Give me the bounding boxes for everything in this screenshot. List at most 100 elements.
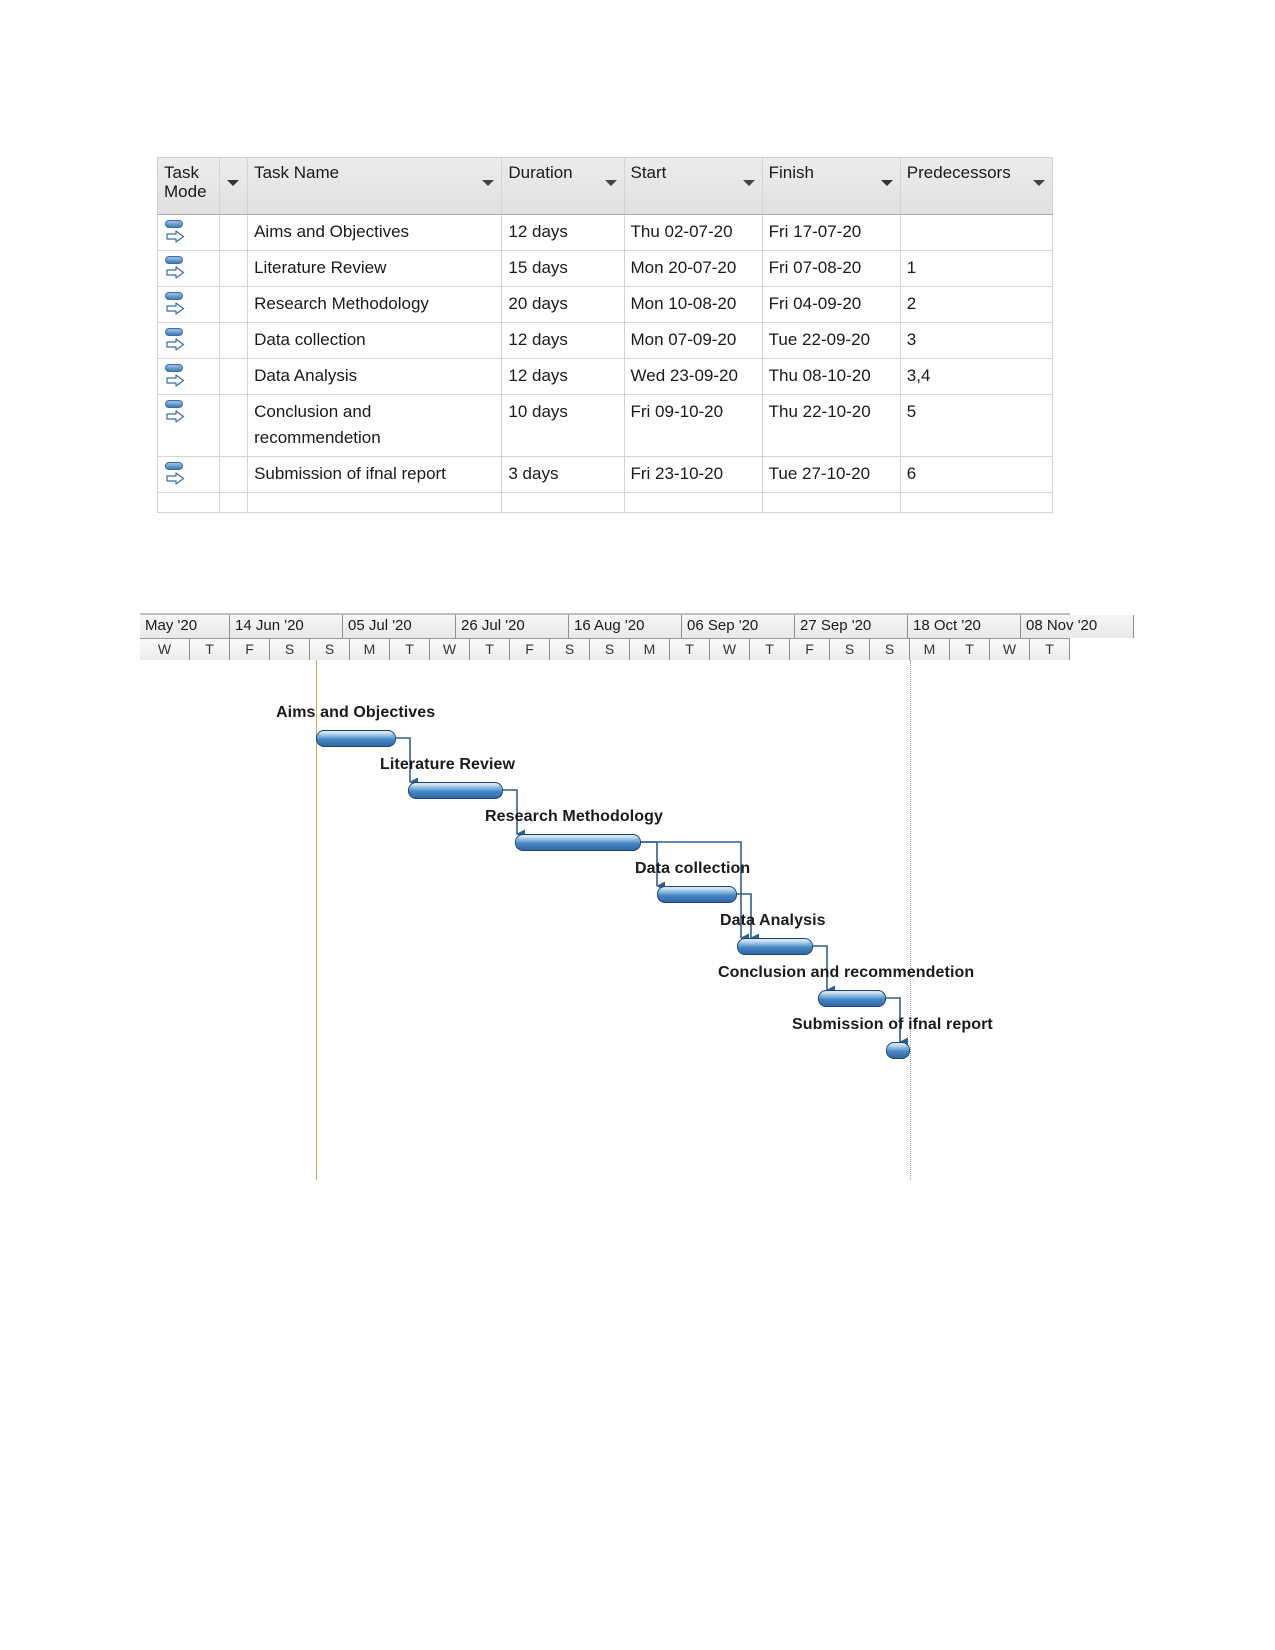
gantt-bar[interactable] (408, 782, 503, 799)
chevron-down-icon[interactable] (604, 180, 617, 186)
timescale-month-cell: 27 Sep '20 (795, 615, 908, 638)
duration-cell[interactable]: 12 days (501, 358, 625, 395)
task-mode-cell[interactable] (156, 322, 221, 359)
start-cell[interactable]: Mon 07-09-20 (623, 322, 763, 359)
chevron-down-icon[interactable] (742, 180, 755, 186)
task-name-cell[interactable]: Data Analysis (247, 358, 503, 395)
finish-cell[interactable]: Fri 07-08-20 (761, 250, 901, 287)
gantt-bar[interactable] (515, 834, 641, 851)
task-name-text: Submission of ifnal report (254, 464, 446, 483)
gantt-body: Aims and Objectives Literature Review Rese… (140, 660, 1070, 1180)
column-header-duration[interactable]: Duration (501, 157, 625, 215)
duration-cell[interactable]: 12 days (501, 214, 625, 251)
task-name-cell[interactable]: Submission of ifnal report (247, 456, 503, 493)
predecessors-cell[interactable]: 1 (899, 250, 1054, 287)
task-mode-cell[interactable] (156, 456, 221, 493)
gantt-bar-label: Data collection (635, 860, 751, 877)
table-row[interactable]: Submission of ifnal report 3 days Fri 23-1… (156, 456, 1054, 493)
predecessors-cell[interactable] (899, 492, 1054, 513)
row-indicator-cell (219, 250, 249, 287)
task-name-cell[interactable]: Conclusion and recommendetion (247, 394, 503, 457)
duration-cell[interactable]: 3 days (501, 456, 625, 493)
finish-cell[interactable]: Fri 04-09-20 (761, 286, 901, 323)
table-row[interactable]: Data collection 12 days Mon 07-09-20 Tue 22… (156, 322, 1054, 359)
column-header-task-mode[interactable]: Task Mode (156, 157, 221, 215)
finish-text: Fri 17-07-20 (768, 222, 862, 241)
column-header-task-name-label: Task Name (254, 163, 340, 182)
table-row[interactable] (156, 492, 1054, 513)
timescale-month-cell: May '20 (140, 615, 230, 638)
start-cell[interactable]: Thu 02-07-20 (623, 214, 763, 251)
finish-cell[interactable]: Thu 22-10-20 (761, 394, 901, 457)
timescale-month-cell: 18 Oct '20 (908, 615, 1021, 638)
table-row[interactable]: Aims and Objectives 12 days Thu 02-07-20 Fr… (156, 214, 1054, 251)
task-name-cell[interactable]: Aims and Objectives (247, 214, 503, 251)
timescale-month-cell: 08 Nov '20 (1021, 615, 1134, 638)
duration-cell[interactable]: 15 days (501, 250, 625, 287)
task-name-text: Data collection (254, 330, 366, 349)
column-header-finish[interactable]: Finish (761, 157, 901, 215)
task-name-cell[interactable]: Literature Review (247, 250, 503, 287)
finish-cell[interactable] (761, 492, 901, 513)
column-header-predecessors-label: Predecessors (906, 163, 1011, 182)
task-mode-cell[interactable] (156, 250, 221, 287)
predecessors-text: 3,4 (906, 366, 931, 385)
table-row[interactable]: Conclusion and recommendetion 10 days Fri … (156, 394, 1054, 457)
table-row[interactable]: Data Analysis 12 days Wed 23-09-20 Thu 08-1… (156, 358, 1054, 395)
predecessors-cell[interactable]: 6 (899, 456, 1054, 493)
start-cell[interactable]: Mon 10-08-20 (623, 286, 763, 323)
task-name-cell[interactable]: Research Methodology (247, 286, 503, 323)
gantt-bar-label: Data Analysis (720, 912, 826, 929)
task-mode-cell[interactable] (156, 394, 221, 457)
gantt-bar[interactable] (818, 990, 886, 1007)
task-mode-cell[interactable] (156, 214, 221, 251)
duration-cell[interactable] (501, 492, 625, 513)
finish-text: Fri 04-09-20 (768, 294, 862, 313)
table-row[interactable]: Research Methodology 20 days Mon 10-08-20 F… (156, 286, 1054, 323)
gantt-bar[interactable] (316, 730, 396, 747)
start-cell[interactable]: Fri 09-10-20 (623, 394, 763, 457)
duration-cell[interactable]: 20 days (501, 286, 625, 323)
duration-cell[interactable]: 10 days (501, 394, 625, 457)
column-header-start[interactable]: Start (623, 157, 763, 215)
gantt-bar-label: Submission of ifnal report (792, 1016, 993, 1033)
duration-cell[interactable]: 12 days (501, 322, 625, 359)
predecessors-text: 5 (906, 402, 917, 421)
timescale-day-cell: T (390, 639, 430, 660)
gantt-bar[interactable] (886, 1042, 910, 1059)
task-name-cell[interactable]: Data collection (247, 322, 503, 359)
timescale-month-cell: 16 Aug '20 (569, 615, 682, 638)
predecessors-cell[interactable]: 5 (899, 394, 1054, 457)
predecessors-cell[interactable]: 2 (899, 286, 1054, 323)
gantt-bar[interactable] (737, 938, 813, 955)
predecessors-cell[interactable]: 3 (899, 322, 1054, 359)
predecessors-cell[interactable] (899, 214, 1054, 251)
chevron-down-icon[interactable] (880, 180, 893, 186)
table-row[interactable]: Literature Review 15 days Mon 20-07-20 Fri … (156, 250, 1054, 287)
start-cell[interactable]: Wed 23-09-20 (623, 358, 763, 395)
column-filter-task-mode[interactable] (219, 157, 249, 215)
column-header-task-mode-label: Task Mode (164, 163, 207, 201)
timescale-day-cell: W (990, 639, 1030, 660)
finish-cell[interactable]: Tue 27-10-20 (761, 456, 901, 493)
task-mode-cell[interactable] (156, 286, 221, 323)
timescale-day-cell: M (350, 639, 390, 660)
finish-cell[interactable]: Tue 22-09-20 (761, 322, 901, 359)
auto-schedule-icon (164, 255, 186, 279)
start-cell[interactable]: Mon 20-07-20 (623, 250, 763, 287)
column-header-task-name[interactable]: Task Name (247, 157, 503, 215)
finish-cell[interactable]: Thu 08-10-20 (761, 358, 901, 395)
chevron-down-icon[interactable] (482, 180, 495, 186)
task-name-cell[interactable] (247, 492, 503, 513)
finish-cell[interactable]: Fri 17-07-20 (761, 214, 901, 251)
start-cell[interactable] (623, 492, 763, 513)
timescale-day-row: WTFSSMTWTFSSMTWTFSSMTWT (140, 639, 1070, 661)
task-mode-cell[interactable] (156, 492, 221, 513)
predecessors-cell[interactable]: 3,4 (899, 358, 1054, 395)
task-mode-cell[interactable] (156, 358, 221, 395)
start-cell[interactable]: Fri 23-10-20 (623, 456, 763, 493)
auto-schedule-icon (164, 219, 186, 243)
gantt-bar[interactable] (657, 886, 737, 903)
column-header-predecessors[interactable]: Predecessors (899, 157, 1054, 215)
chevron-down-icon[interactable] (1033, 180, 1045, 186)
